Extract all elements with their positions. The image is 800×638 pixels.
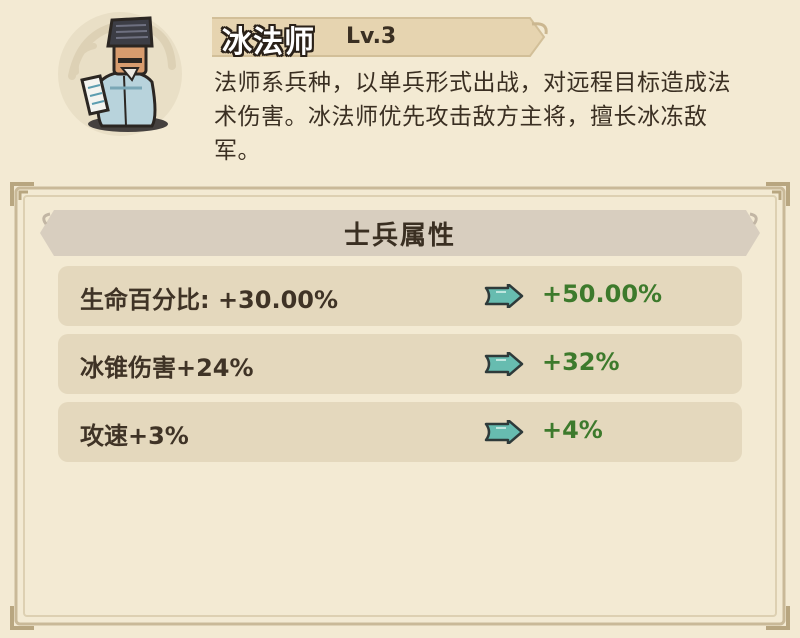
upgrade-arrow-icon: [484, 352, 524, 376]
attribute-label: 冰锥伤害+24%: [80, 354, 254, 382]
attribute-row: 冰锥伤害+24% +32%: [58, 334, 742, 394]
unit-name: 冰法师: [222, 25, 315, 60]
attribute-next-value: +4%: [542, 416, 603, 444]
unit-name-banner: 冰法师 Lv.3: [212, 14, 550, 60]
attribute-label: 生命百分比: +30.00%: [80, 286, 339, 314]
attribute-label: 攻速+3%: [80, 422, 189, 450]
ice-mage-portrait: [52, 6, 188, 142]
attribute-list: 生命百分比: +30.00% +50.00% 冰锥伤害+24% +32% 攻速+…: [58, 266, 742, 470]
attribute-title: 士兵属性: [343, 221, 456, 251]
unit-info-page: 冰法师 Lv.3 法师系兵种，以单兵形式出战，对远程目标造成法术伤害。冰法师优先…: [0, 0, 800, 638]
unit-description: 法师系兵种，以单兵形式出战，对远程目标造成法术伤害。冰法师优先攻击敌方主将，擅长…: [214, 70, 731, 164]
attribute-next-value: +50.00%: [542, 280, 663, 308]
upgrade-arrow-icon: [484, 420, 524, 444]
upgrade-arrow-icon: [484, 284, 524, 308]
attribute-header: 士兵属性: [40, 206, 760, 260]
attribute-panel: 士兵属性 生命百分比: +30.00% +50.00% 冰锥伤害+24% +32…: [10, 182, 790, 630]
unit-level: Lv.3: [346, 24, 397, 49]
attribute-next-value: +32%: [542, 348, 620, 376]
attribute-row: 生命百分比: +30.00% +50.00%: [58, 266, 742, 326]
attribute-row: 攻速+3% +4%: [58, 402, 742, 462]
